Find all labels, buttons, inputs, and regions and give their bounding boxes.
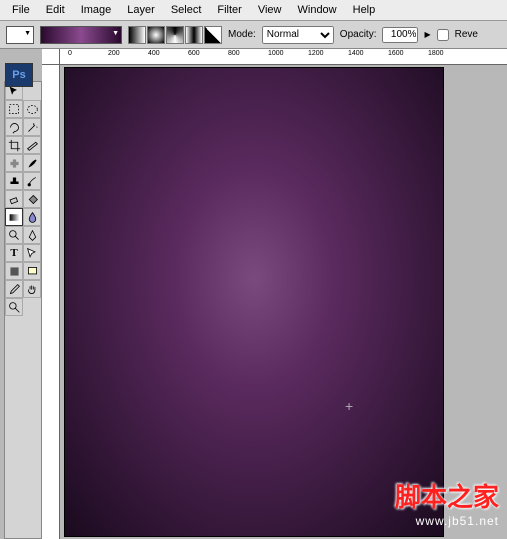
gradient-tool[interactable] xyxy=(5,208,23,226)
lasso-tool[interactable] xyxy=(5,118,23,136)
pen-tool[interactable] xyxy=(23,226,41,244)
toolbox: T xyxy=(4,81,42,539)
eyedropper-tool[interactable] xyxy=(5,280,23,298)
ruler-tick: 1400 xyxy=(348,50,364,57)
ruler-tick: 1000 xyxy=(268,50,284,57)
heal-tool[interactable] xyxy=(5,154,23,172)
brush-tool[interactable] xyxy=(23,154,41,172)
gradient-radial-button[interactable] xyxy=(147,26,165,44)
gradient-linear-button[interactable] xyxy=(128,26,146,44)
gradient-type-group xyxy=(128,26,222,44)
menu-help[interactable]: Help xyxy=(345,2,384,18)
ruler-tick: 1200 xyxy=(308,50,324,57)
opacity-arrow-icon[interactable]: ▶ xyxy=(424,30,430,39)
ruler-tick: 800 xyxy=(228,50,240,57)
crop-tool[interactable] xyxy=(5,136,23,154)
opacity-input[interactable] xyxy=(382,27,418,43)
shape-tool[interactable] xyxy=(5,262,23,280)
ellipse-marquee-tool[interactable] xyxy=(23,100,41,118)
menu-window[interactable]: Window xyxy=(290,2,345,18)
ruler-tick: 1600 xyxy=(388,50,404,57)
canvas-area: 0 200 400 600 800 1000 1200 1400 1600 18… xyxy=(42,49,507,539)
menu-layer[interactable]: Layer xyxy=(119,2,163,18)
options-bar: Mode: Normal Opacity: ▶ Reve xyxy=(0,21,507,49)
reverse-checkbox[interactable] xyxy=(437,29,449,41)
gradient-diamond-button[interactable] xyxy=(204,26,222,44)
blur-tool[interactable] xyxy=(23,208,41,226)
ruler-tick: 400 xyxy=(148,50,160,57)
menu-bar: File Edit Image Layer Select Filter View… xyxy=(0,0,507,21)
gradient-reflected-button[interactable] xyxy=(185,26,203,44)
gradient-angle-button[interactable] xyxy=(166,26,184,44)
foreground-swatch[interactable] xyxy=(6,26,34,44)
gradient-preview[interactable] xyxy=(40,26,122,44)
menu-select[interactable]: Select xyxy=(163,2,210,18)
document-canvas[interactable]: + xyxy=(64,67,444,537)
hand-tool[interactable] xyxy=(23,280,41,298)
menu-image[interactable]: Image xyxy=(73,2,120,18)
reverse-label: Reve xyxy=(455,29,478,40)
type-tool[interactable]: T xyxy=(5,244,23,262)
path-tool[interactable] xyxy=(23,244,41,262)
ruler-tick: 1800 xyxy=(428,50,444,57)
menu-edit[interactable]: Edit xyxy=(38,2,73,18)
wand-tool[interactable] xyxy=(23,118,41,136)
dodge-tool[interactable] xyxy=(5,226,23,244)
zoom-tool[interactable] xyxy=(5,298,23,316)
ruler-horizontal[interactable]: 0 200 400 600 800 1000 1200 1400 1600 18… xyxy=(60,49,507,65)
crosshair-cursor-icon: + xyxy=(345,398,353,414)
eraser-tool[interactable] xyxy=(5,190,23,208)
bucket-tool[interactable] xyxy=(23,190,41,208)
opacity-label: Opacity: xyxy=(340,29,377,40)
menu-file[interactable]: File xyxy=(4,2,38,18)
ruler-corner[interactable] xyxy=(42,49,60,65)
ruler-vertical[interactable] xyxy=(42,65,60,539)
ps-logo-icon: Ps xyxy=(5,63,33,87)
menu-view[interactable]: View xyxy=(250,2,290,18)
ruler-tick: 600 xyxy=(188,50,200,57)
notes-tool[interactable] xyxy=(23,262,41,280)
menu-filter[interactable]: Filter xyxy=(209,2,249,18)
mode-label: Mode: xyxy=(228,29,256,40)
marquee-tool[interactable] xyxy=(5,100,23,118)
stamp-tool[interactable] xyxy=(5,172,23,190)
slice-tool[interactable] xyxy=(23,136,41,154)
ruler-tick: 200 xyxy=(108,50,120,57)
history-brush-tool[interactable] xyxy=(23,172,41,190)
mode-select[interactable]: Normal xyxy=(262,26,334,44)
ruler-tick: 0 xyxy=(68,50,72,57)
